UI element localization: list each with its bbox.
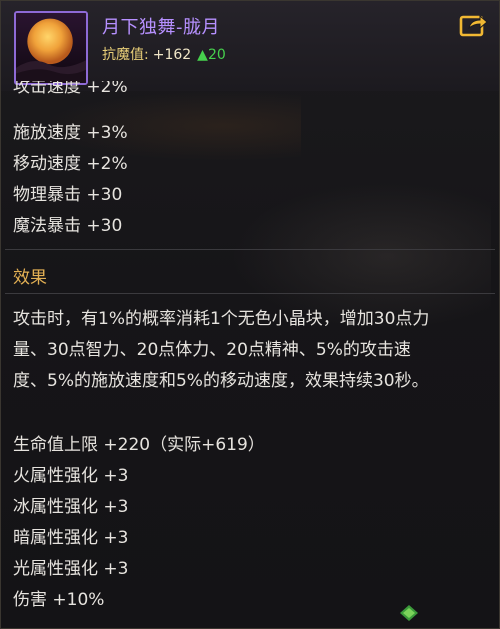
resist-label: 抗魔值: xyxy=(102,47,149,63)
divider xyxy=(5,293,495,294)
stat-text: 攻击速度 +2% xyxy=(13,81,128,97)
effect-line: 量、30点智力、20点体力、20点精神、5%的攻击速 xyxy=(13,340,411,360)
stat-dark-enhance: 暗属性强化 +3 xyxy=(13,528,129,548)
stat-attack-speed-partial: 攻击速度 +2% xyxy=(13,81,128,102)
share-icon xyxy=(459,14,488,37)
divider xyxy=(5,249,495,250)
stat-cast-speed: 施放速度 +3% xyxy=(13,123,128,143)
effect-description: 攻击时，有1%的概率消耗1个无色小晶块，增加30点力 量、30点智力、20点体力… xyxy=(13,304,491,397)
stat-light-enhance: 光属性强化 +3 xyxy=(13,559,129,579)
effect-line: 攻击时，有1%的概率消耗1个无色小晶块，增加30点力 xyxy=(13,309,430,329)
effect-line: 度、5%的施放速度和5%的移动速度，效果持续30秒。 xyxy=(13,371,429,391)
effect-title: 效果 xyxy=(13,268,47,288)
tooltip-header: 月下独舞-胧月 抗魔值: +162 ▲20 xyxy=(1,1,499,91)
stat-physical-crit: 物理暴击 +30 xyxy=(13,185,123,205)
stat-fire-enhance: 火属性强化 +3 xyxy=(13,466,129,486)
resist-value: +162 xyxy=(152,47,192,63)
resist-value-row: 抗魔值: +162 ▲20 xyxy=(102,44,226,64)
item-tooltip: 月下独舞-胧月 抗魔值: +162 ▲20 攻击速度 +2% 施放速度 +3% 移动… xyxy=(0,0,500,629)
corner-logo-icon xyxy=(399,604,419,622)
resist-up-arrow-icon: ▲ xyxy=(197,47,208,63)
stat-hp-max: 生命值上限 +220（实际+619） xyxy=(13,435,265,455)
item-name: 月下独舞-胧月 xyxy=(102,17,220,38)
stat-magic-crit: 魔法暴击 +30 xyxy=(13,216,123,236)
stat-move-speed: 移动速度 +2% xyxy=(13,154,128,174)
stat-ice-enhance: 冰属性强化 +3 xyxy=(13,497,129,517)
stat-damage: 伤害 +10% xyxy=(13,590,105,610)
share-button[interactable] xyxy=(459,12,489,38)
moon-icon xyxy=(16,13,86,83)
item-icon xyxy=(14,11,88,85)
resist-delta: 20 xyxy=(207,47,226,63)
